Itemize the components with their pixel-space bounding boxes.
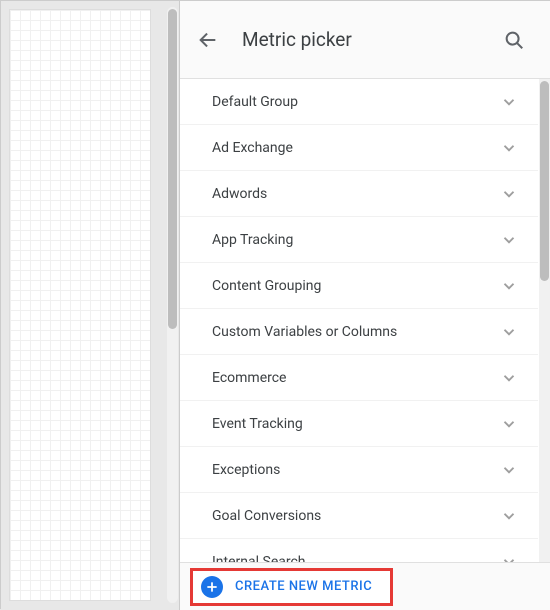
chevron-down-icon — [500, 231, 518, 249]
arrow-left-icon — [197, 29, 219, 51]
back-button[interactable] — [188, 20, 228, 60]
panel-title: Metric picker — [242, 28, 480, 51]
plus-icon — [201, 576, 223, 598]
right-scrollbar[interactable] — [539, 79, 550, 562]
group-label: Default Group — [212, 94, 500, 110]
chevron-down-icon — [500, 323, 518, 341]
chevron-down-icon — [500, 461, 518, 479]
group-row-goal-conversions[interactable]: Goal Conversions — [180, 493, 538, 539]
chevron-down-icon — [500, 277, 518, 295]
group-label: App Tracking — [212, 232, 500, 248]
left-scrollbar[interactable] — [167, 7, 178, 603]
group-label: Event Tracking — [212, 416, 500, 432]
search-button[interactable] — [494, 20, 534, 60]
chevron-down-icon — [500, 553, 518, 563]
group-row-default[interactable]: Default Group — [180, 79, 538, 125]
chevron-down-icon — [500, 139, 518, 157]
group-label: Adwords — [212, 186, 500, 202]
group-label: Goal Conversions — [212, 508, 500, 524]
panel-footer: CREATE NEW METRIC — [180, 562, 550, 610]
chevron-down-icon — [500, 369, 518, 387]
group-row-internal-search[interactable]: Internal Search — [180, 539, 538, 562]
panel-header: Metric picker — [180, 1, 550, 79]
group-row-ad-exchange[interactable]: Ad Exchange — [180, 125, 538, 171]
group-row-adwords[interactable]: Adwords — [180, 171, 538, 217]
chevron-down-icon — [500, 415, 518, 433]
group-label: Custom Variables or Columns — [212, 324, 500, 340]
group-row-content-grouping[interactable]: Content Grouping — [180, 263, 538, 309]
chevron-down-icon — [500, 507, 518, 525]
group-label: Content Grouping — [212, 278, 500, 294]
list-scroll-area[interactable]: Default Group Ad Exchange Adwords App Tr… — [180, 79, 550, 562]
left-scrollbar-thumb[interactable] — [168, 9, 177, 329]
canvas-panel — [1, 1, 179, 610]
chevron-down-icon — [500, 185, 518, 203]
search-icon — [503, 29, 525, 51]
group-row-exceptions[interactable]: Exceptions — [180, 447, 538, 493]
create-new-metric-button[interactable]: CREATE NEW METRIC — [190, 568, 393, 606]
metric-groups-list: Default Group Ad Exchange Adwords App Tr… — [180, 79, 550, 562]
group-label: Ecommerce — [212, 370, 500, 386]
group-label: Ad Exchange — [212, 140, 500, 156]
group-row-custom-variables[interactable]: Custom Variables or Columns — [180, 309, 538, 355]
create-label: CREATE NEW METRIC — [235, 579, 372, 594]
group-row-ecommerce[interactable]: Ecommerce — [180, 355, 538, 401]
chevron-down-icon — [500, 93, 518, 111]
right-scrollbar-thumb[interactable] — [540, 81, 549, 281]
report-canvas[interactable] — [9, 9, 151, 601]
group-label: Internal Search — [212, 554, 500, 563]
group-row-event-tracking[interactable]: Event Tracking — [180, 401, 538, 447]
group-label: Exceptions — [212, 462, 500, 478]
group-row-app-tracking[interactable]: App Tracking — [180, 217, 538, 263]
metric-picker-panel: Metric picker Default Group Ad Exchange … — [179, 1, 550, 610]
